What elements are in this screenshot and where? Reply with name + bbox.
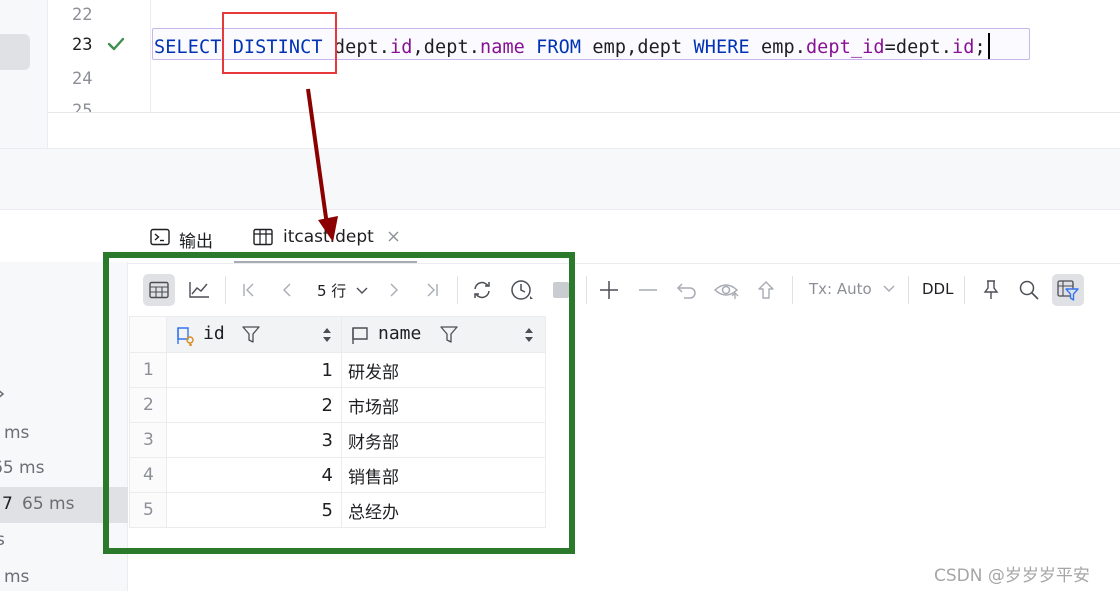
check-icon	[107, 37, 125, 51]
annotation-green-box	[103, 252, 575, 554]
gutter-line: 24	[48, 64, 150, 98]
delete-row-button[interactable]	[632, 274, 664, 306]
toolbar-separator	[908, 276, 909, 304]
filter-table-icon	[1057, 280, 1079, 301]
tab-label: 输出	[179, 232, 213, 252]
pin-tab-button[interactable]	[975, 274, 1007, 306]
transaction-mode-selector[interactable]: Tx: Auto	[809, 280, 896, 298]
search-button[interactable]	[1013, 274, 1045, 306]
gutter-line-current: 23	[48, 30, 150, 64]
left-panel-selected-item[interactable]	[0, 34, 30, 70]
eye-icon	[714, 284, 739, 299]
left-panel-strip	[0, 0, 48, 148]
chevron-down-icon[interactable]	[0, 386, 6, 400]
table-icon	[253, 228, 273, 246]
chevron-down-icon	[883, 285, 895, 292]
add-row-button[interactable]	[593, 274, 625, 306]
text-caret	[987, 33, 990, 59]
undo-icon	[676, 283, 696, 299]
line-number: 22	[72, 5, 93, 25]
annotation-red-box	[222, 12, 337, 74]
editor-bottom-border	[48, 112, 1120, 113]
plus-icon	[600, 281, 618, 299]
toolbar-separator	[792, 276, 793, 304]
transaction-mode-label: Tx: Auto	[809, 280, 872, 298]
console-icon	[150, 228, 170, 246]
pin-icon	[983, 280, 999, 299]
revert-button[interactable]	[671, 274, 703, 306]
search-icon	[1019, 280, 1039, 300]
line-number: 24	[72, 69, 93, 89]
panel-divider-band	[0, 148, 1120, 210]
service-entry[interactable]: ms	[0, 560, 128, 591]
line-number: 23	[72, 35, 93, 55]
gutter-line: 22	[48, 0, 150, 34]
ddl-button[interactable]: DDL	[922, 280, 953, 298]
close-icon[interactable]	[387, 230, 400, 243]
preview-changes-button[interactable]	[711, 274, 743, 306]
filter-toggle-button[interactable]	[1052, 274, 1084, 306]
minus-icon	[639, 289, 657, 291]
submit-button[interactable]	[750, 274, 782, 306]
watermark: CSDN @岁岁岁平安	[934, 566, 1090, 586]
gutter-separator	[150, 0, 151, 112]
toolbar-separator	[964, 276, 965, 304]
tab-label: itcast.dept	[283, 227, 374, 247]
line-number: 25	[72, 101, 93, 112]
toolbar-separator	[586, 276, 587, 304]
gutter-line: 25	[48, 96, 150, 112]
arrow-up-icon	[758, 281, 774, 299]
